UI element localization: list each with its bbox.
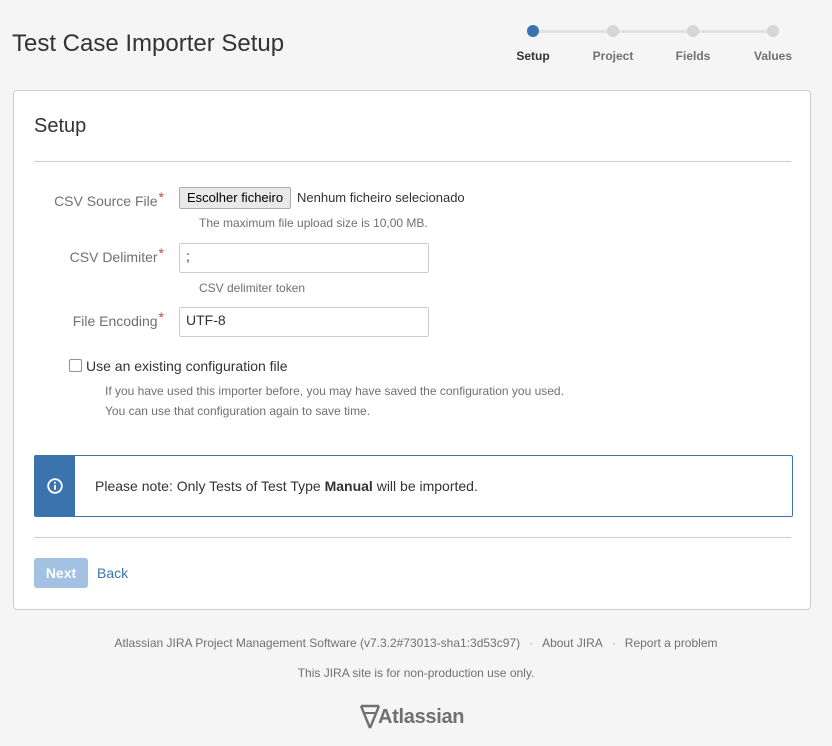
existing-config-description-2: You can use that configuration again to … xyxy=(105,404,371,418)
tracker-step-fields: Fields xyxy=(653,20,733,63)
message-icon-bar xyxy=(35,456,75,516)
existing-config-label[interactable]: Use an existing configuration file xyxy=(86,358,288,374)
required-marker: * xyxy=(158,245,164,261)
tracker-step-label: Setup xyxy=(516,49,550,63)
info-icon xyxy=(47,478,63,494)
tracker-step-label: Project xyxy=(592,49,634,63)
csv-source-description: The maximum file upload size is 10,00 MB… xyxy=(199,216,428,230)
footer-separator: · xyxy=(529,636,534,650)
csv-delimiter-label-text: CSV Delimiter xyxy=(69,249,158,265)
message-text-after: will be imported. xyxy=(372,478,478,494)
existing-config-description-1: If you have used this importer before, y… xyxy=(105,384,564,398)
atlassian-logo[interactable]: Atlassian xyxy=(356,703,471,731)
csv-source-label-text: CSV Source File xyxy=(54,193,158,209)
back-link[interactable]: Back xyxy=(97,565,128,581)
file-encoding-input[interactable]: UTF-8 xyxy=(179,307,429,337)
panel-title: Setup xyxy=(34,115,87,137)
tracker-step-label: Fields xyxy=(675,49,711,63)
file-encoding-label: File Encoding* xyxy=(4,309,164,329)
csv-delimiter-label: CSV Delimiter* xyxy=(4,245,164,265)
required-marker: * xyxy=(158,189,164,205)
footer-notice: This JIRA site is for non-production use… xyxy=(297,666,535,680)
next-button[interactable]: Next xyxy=(34,558,88,588)
tracker-step-setup: Setup xyxy=(493,20,573,63)
divider xyxy=(34,161,791,162)
footer-separator: · xyxy=(611,636,616,650)
info-message: Please note: Only Tests of Test Type Man… xyxy=(34,455,793,517)
message-text: Please note: Only Tests of Test Type Man… xyxy=(95,478,478,494)
report-problem-link[interactable]: Report a problem xyxy=(625,636,718,650)
message-text-bold: Manual xyxy=(324,478,373,494)
tracker-dot xyxy=(767,25,779,37)
divider xyxy=(34,537,791,538)
tracker-dot xyxy=(527,25,539,37)
tracker-dot xyxy=(687,25,699,37)
message-text-before: Please note: Only Tests of Test Type xyxy=(95,478,325,494)
footer-links: Atlassian JIRA Project Management Softwa… xyxy=(0,636,832,650)
software-link[interactable]: Atlassian JIRA Project Management Softwa… xyxy=(115,636,521,650)
existing-config-checkbox[interactable] xyxy=(69,359,82,372)
file-status: Nenhum ficheiro selecionado xyxy=(297,190,465,205)
csv-source-label: CSV Source File* xyxy=(4,189,164,209)
atlassian-logo-text: Atlassian xyxy=(378,706,465,728)
setup-panel: Setup CSV Source File* Escolher ficheiro… xyxy=(13,90,811,610)
choose-file-button[interactable]: Escolher ficheiro xyxy=(179,187,292,209)
csv-delimiter-input[interactable]: ; xyxy=(179,243,429,273)
progress-tracker: Setup Project Fields Values xyxy=(493,20,813,70)
tracker-step-label: Values xyxy=(753,49,793,63)
tracker-step-project: Project xyxy=(573,20,653,63)
file-encoding-label-text: File Encoding xyxy=(72,313,158,329)
csv-delimiter-description: CSV delimiter token xyxy=(199,281,306,295)
about-jira-link[interactable]: About JIRA xyxy=(542,636,603,650)
tracker-step-values: Values xyxy=(733,20,813,63)
tracker-dot xyxy=(607,25,619,37)
required-marker: * xyxy=(158,309,164,325)
page-title: Test Case Importer Setup xyxy=(12,30,285,57)
